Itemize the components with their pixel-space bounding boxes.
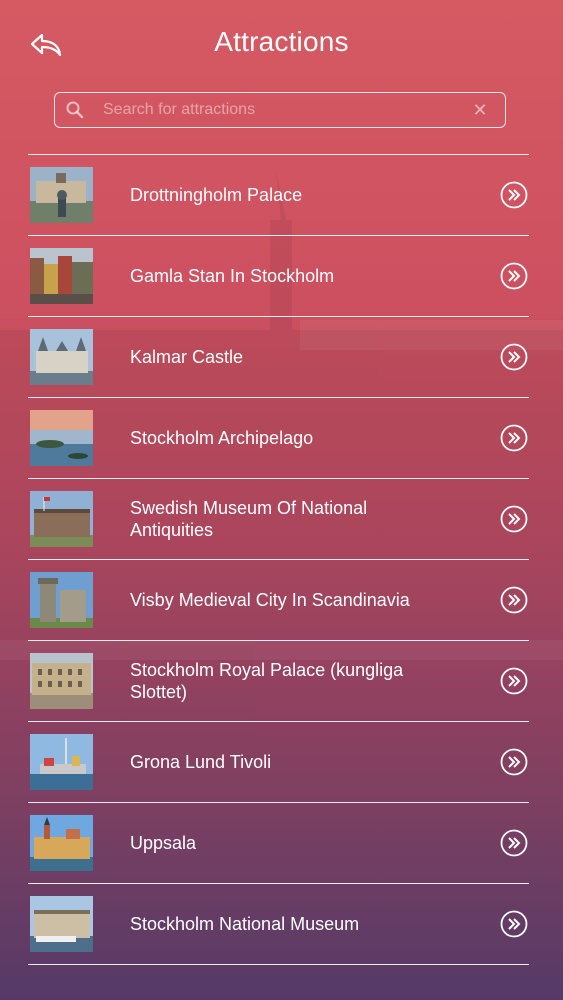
chevron-circle-icon[interactable]: [500, 829, 528, 857]
attraction-thumbnail: [30, 410, 93, 466]
attraction-title: Stockholm National Museum: [130, 914, 360, 934]
chevron-circle-icon[interactable]: [500, 343, 528, 371]
attraction-thumbnail: [30, 167, 93, 223]
chevron-circle-icon[interactable]: [500, 748, 528, 776]
list-item[interactable]: Visby Medieval City In Scandinavia: [28, 560, 529, 641]
attraction-thumbnail: [30, 248, 93, 304]
attraction-title: Uppsala: [130, 833, 197, 853]
attraction-title: Stockholm Archipelago: [130, 428, 314, 448]
list-item[interactable]: Kalmar Castle: [28, 317, 529, 398]
attraction-title: Drottningholm Palace: [130, 185, 303, 205]
attraction-thumbnail: [30, 491, 93, 547]
chevron-circle-icon[interactable]: [500, 586, 528, 614]
list-item[interactable]: Drottningholm Palace: [28, 155, 529, 236]
chevron-circle-icon[interactable]: [500, 181, 528, 209]
search-input[interactable]: [101, 100, 469, 120]
attraction-title: Visby Medieval City In Scandinavia: [130, 590, 410, 610]
attraction-thumbnail: [30, 815, 93, 871]
chevron-circle-icon[interactable]: [500, 262, 528, 290]
search-bar[interactable]: ✕: [54, 92, 506, 128]
attraction-title: Grona Lund Tivoli: [130, 752, 272, 772]
attraction-thumbnail: [30, 653, 93, 709]
chevron-circle-icon[interactable]: [500, 505, 528, 533]
chevron-circle-icon[interactable]: [500, 667, 528, 695]
clear-icon[interactable]: ✕: [469, 99, 491, 121]
search-icon: [65, 99, 87, 121]
list-item[interactable]: Stockholm Royal Palace (kungliga Slottet…: [28, 641, 529, 722]
attraction-thumbnail: [30, 734, 93, 790]
attractions-list: Drottningholm Palace Gamla Stan In Stock…: [28, 154, 529, 965]
list-item[interactable]: Swedish Museum Of National Antiquities: [28, 479, 529, 560]
list-item[interactable]: Grona Lund Tivoli: [28, 722, 529, 803]
chevron-circle-icon[interactable]: [500, 424, 528, 452]
attraction-title: Gamla Stan In Stockholm: [130, 266, 335, 286]
attraction-thumbnail: [30, 896, 93, 952]
header: Attractions: [0, 0, 563, 90]
attraction-title: Swedish Museum Of National Antiquities: [130, 498, 368, 540]
attraction-thumbnail: [30, 329, 93, 385]
list-item[interactable]: Uppsala: [28, 803, 529, 884]
page-title: Attractions: [214, 26, 349, 57]
attraction-thumbnail: [30, 572, 93, 628]
list-item[interactable]: Gamla Stan In Stockholm: [28, 236, 529, 317]
attractions-screen: Attractions ✕ Drottningholm Palace: [0, 0, 563, 1000]
list-item[interactable]: Stockholm Archipelago: [28, 398, 529, 479]
attraction-title: Kalmar Castle: [130, 347, 244, 367]
chevron-circle-icon[interactable]: [500, 910, 528, 938]
list-item[interactable]: Stockholm National Museum: [28, 884, 529, 965]
attraction-title: Stockholm Royal Palace (kungliga Slottet…: [130, 660, 404, 702]
